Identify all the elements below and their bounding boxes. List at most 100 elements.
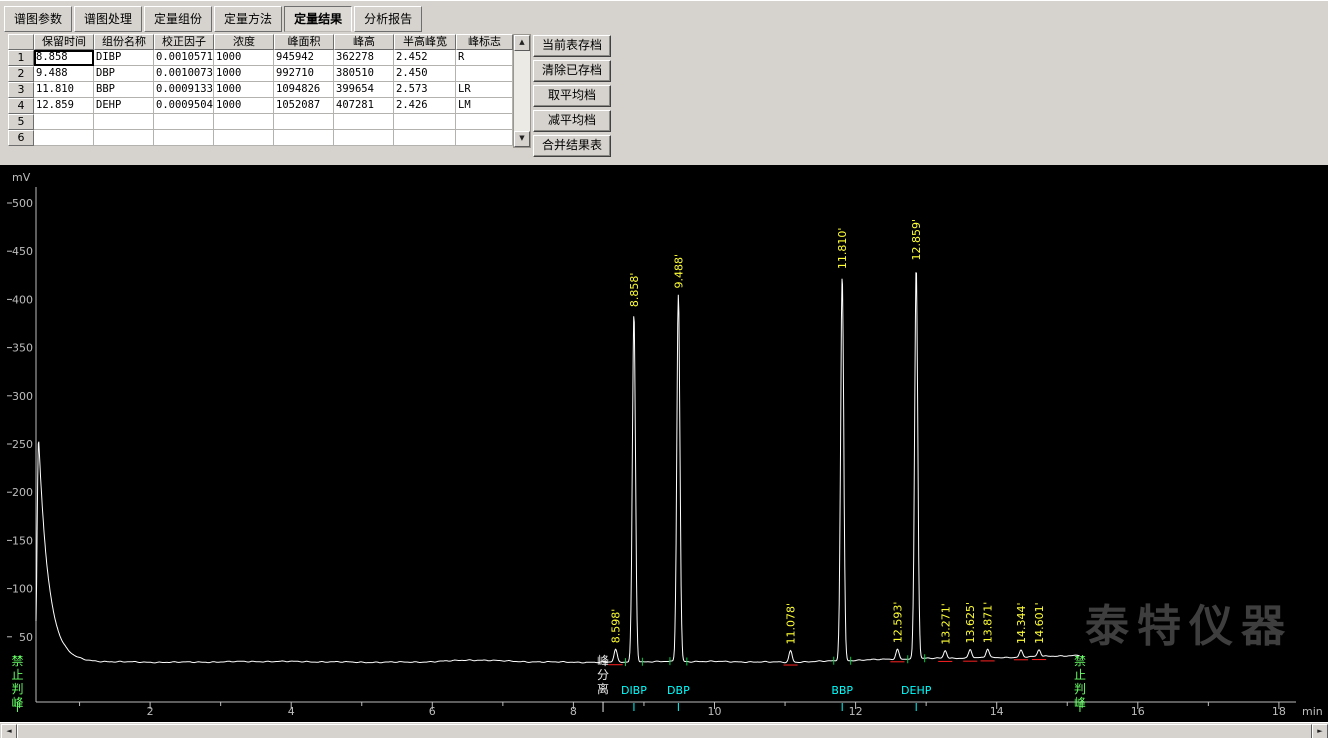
column-header-half-height-width[interactable]: 半高峰宽 [394,34,456,50]
column-header-retention-time[interactable]: 保留时间 [34,34,94,50]
table-cell[interactable]: 407281 [334,98,394,114]
chart-horizontal-scrollbar[interactable]: ◄ ► [0,722,1328,738]
table-cell[interactable]: 0.00100734 [154,66,214,82]
x-tick-label: 8 [570,705,577,718]
peak-retention-label: 8.598' [610,609,623,644]
archive-button-group: 当前表存档 清除已存档 取平均档 减平均档 合并结果表 [533,35,611,160]
table-cell[interactable]: 0.00105715 [154,50,214,66]
table-cell[interactable] [274,114,334,130]
tab-quant-results[interactable]: 定量结果 [284,6,352,32]
peak-retention-label: 11.810' [836,228,849,270]
region-marker-label: 峰 [597,654,609,668]
table-cell[interactable]: LR [456,82,513,98]
table-cell[interactable]: 399654 [334,82,394,98]
y-tick-label: 250 [12,438,33,451]
clear-archived-button[interactable]: 清除已存档 [533,60,611,82]
tab-spectrum-processing[interactable]: 谱图处理 [74,6,142,32]
scroll-down-arrow-icon[interactable]: ▼ [514,131,530,147]
table-cell[interactable] [394,114,456,130]
table-cell[interactable] [214,130,274,146]
table-cell[interactable] [214,114,274,130]
chromatogram[interactable]: mV50100150200250300350400450500246810121… [0,165,1328,722]
table-cell[interactable]: 9.488 [34,66,94,82]
tab-spectrum-parameters[interactable]: 谱图参数 [4,6,72,32]
component-name-label: BBP [831,684,853,697]
table-cell[interactable]: 2.573 [394,82,456,98]
table-cell[interactable] [334,114,394,130]
table-cell[interactable] [456,66,513,82]
column-header-peak-height[interactable]: 峰高 [334,34,394,50]
row-number[interactable]: 2 [8,66,34,82]
x-tick-label: 6 [429,705,436,718]
table-cell[interactable] [154,114,214,130]
column-header-concentration[interactable]: 浓度 [214,34,274,50]
table-cell[interactable]: 380510 [334,66,394,82]
row-number[interactable]: 4 [8,98,34,114]
table-cell[interactable]: 1000 [214,66,274,82]
table-cell[interactable]: DBP [94,66,154,82]
table-cell[interactable]: 1000 [214,50,274,66]
column-header-peak-flag[interactable]: 峰标志 [456,34,513,50]
table-cell[interactable]: 2.450 [394,66,456,82]
table-cell[interactable]: 0.00095049 [154,98,214,114]
table-cell[interactable] [34,130,94,146]
table-cell[interactable]: DIBP [94,50,154,66]
scroll-up-arrow-icon[interactable]: ▲ [514,35,530,51]
x-tick-label: 18 [1272,705,1286,718]
tab-quant-method[interactable]: 定量方法 [214,6,282,32]
scroll-left-arrow-icon[interactable]: ◄ [1,724,17,738]
table-cell[interactable]: 12.859 [34,98,94,114]
y-tick-label: 150 [12,534,33,547]
scroll-right-arrow-icon[interactable]: ► [1312,724,1328,738]
table-cell[interactable]: 1052087 [274,98,334,114]
table-cell[interactable]: LM [456,98,513,114]
table-cell[interactable]: 1000 [214,98,274,114]
table-cell[interactable] [394,130,456,146]
table-cell[interactable]: 0.00091338 [154,82,214,98]
peak-retention-label: 12.859' [910,219,923,261]
save-current-table-button[interactable]: 当前表存档 [533,35,611,57]
tab-quant-components[interactable]: 定量组份 [144,6,212,32]
table-cell[interactable] [34,114,94,130]
table-cell[interactable]: 945942 [274,50,334,66]
peak-retention-label: 14.601' [1033,602,1046,644]
table-cell[interactable] [456,114,513,130]
column-header-component-name[interactable]: 组份名称 [94,34,154,50]
table-cell[interactable]: BBP [94,82,154,98]
scrollbar-thumb[interactable] [17,724,1312,738]
table-cell[interactable]: 1094826 [274,82,334,98]
table-cell[interactable]: 8.858 [34,50,94,66]
table-cell[interactable]: 2.452 [394,50,456,66]
table-cell[interactable] [334,130,394,146]
x-tick-label: 10 [708,705,722,718]
table-cell[interactable] [456,130,513,146]
take-average-button[interactable]: 取平均档 [533,85,611,107]
table-cell[interactable]: 1000 [214,82,274,98]
table-cell[interactable]: 2.426 [394,98,456,114]
row-number[interactable]: 5 [8,114,34,130]
table-cell[interactable] [274,130,334,146]
column-header-peak-area[interactable]: 峰面积 [274,34,334,50]
component-name-label: DEHP [901,684,932,697]
table-vertical-scrollbar[interactable]: ▲ ▼ [513,34,531,148]
table-cell[interactable]: 11.810 [34,82,94,98]
peak-retention-label: 14.344' [1015,603,1028,645]
region-marker-label: 禁 [11,654,23,668]
row-number[interactable]: 6 [8,130,34,146]
table-corner[interactable] [8,34,34,50]
tab-analysis-report[interactable]: 分析报告 [354,6,422,32]
table-cell[interactable]: R [456,50,513,66]
table-cell[interactable]: 992710 [274,66,334,82]
table-cell[interactable] [154,130,214,146]
table-cell[interactable]: 362278 [334,50,394,66]
y-tick-label: 50 [19,631,33,644]
table-cell[interactable] [94,114,154,130]
region-marker-label: 分 [597,668,609,682]
table-cell[interactable]: DEHP [94,98,154,114]
column-header-correction-factor[interactable]: 校正因子 [154,34,214,50]
table-cell[interactable] [94,130,154,146]
subtract-average-button[interactable]: 减平均档 [533,110,611,132]
row-number[interactable]: 1 [8,50,34,66]
row-number[interactable]: 3 [8,82,34,98]
merge-results-button[interactable]: 合并结果表 [533,135,611,157]
